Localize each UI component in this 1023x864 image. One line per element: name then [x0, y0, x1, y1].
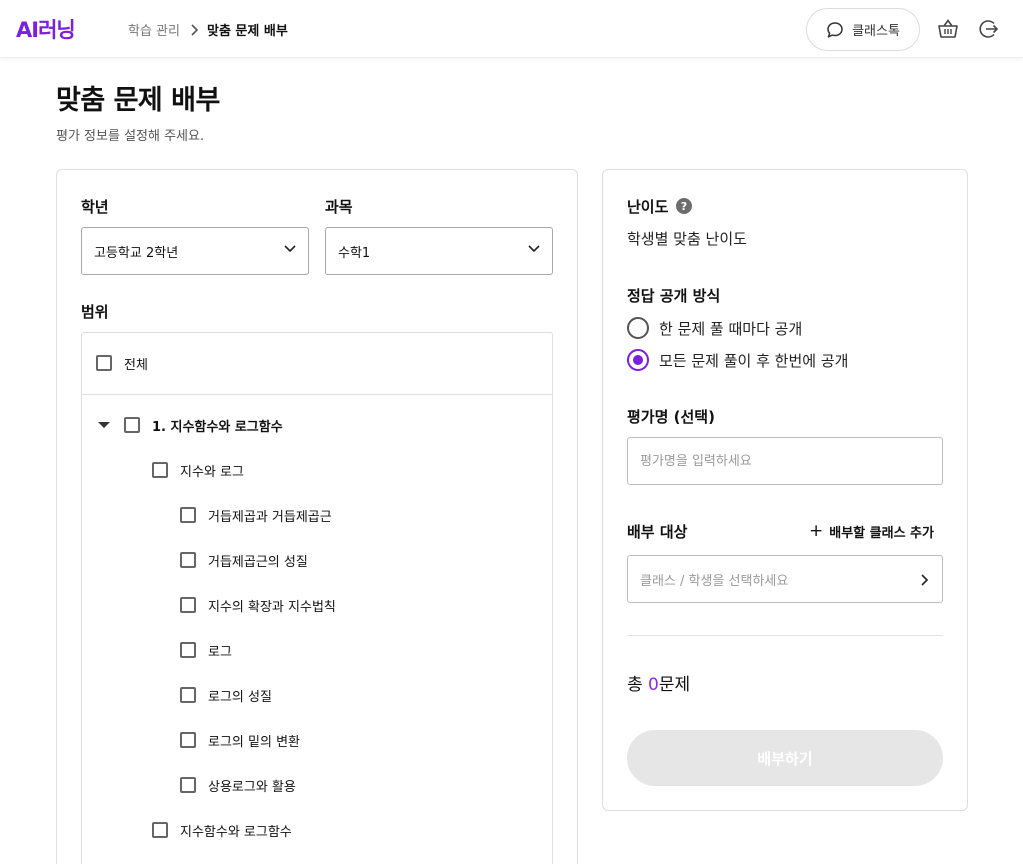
checkbox[interactable] [180, 552, 196, 568]
radio-label: 모든 문제 풀이 후 한번에 공개 [659, 351, 849, 370]
chat-bubble-icon [827, 21, 843, 38]
difficulty-value: 학생별 맞춤 난이도 [627, 230, 747, 248]
classtalk-button[interactable]: 클래스톡 [806, 8, 920, 51]
distribute-button[interactable]: 배부하기 [627, 730, 943, 786]
options-card: 난이도 ? 학생별 맞춤 난이도 정답 공개 방식 한 문제 풀 때마다 공개 … [602, 169, 968, 811]
subject-value: 수학1 [338, 245, 371, 261]
caret-down-icon[interactable] [98, 422, 110, 428]
radio-button-selected[interactable] [627, 349, 649, 371]
radio-button[interactable] [627, 317, 649, 339]
eval-name-input[interactable] [627, 437, 943, 485]
tree-item-topic[interactable]: 거듭제곱근의 성질 [180, 550, 308, 570]
total-prefix: 총 [627, 675, 649, 695]
all-row: 전체 [82, 333, 552, 395]
radio-label: 한 문제 풀 때마다 공개 [659, 319, 803, 338]
answer-reveal-label: 정답 공개 방식 [627, 287, 721, 305]
tree-item-topic[interactable]: 로그의 성질 [180, 685, 272, 705]
chevron-right-icon [921, 574, 928, 586]
basket-icon[interactable] [937, 18, 959, 40]
tree-item-label: 전체 [124, 357, 148, 373]
radio-reveal-all[interactable]: 모든 문제 풀이 후 한번에 공개 [627, 349, 848, 371]
tree-item-topic[interactable]: 로그 [180, 640, 232, 660]
total-number: 0 [648, 675, 659, 695]
target-label: 배부 대상 [627, 523, 688, 541]
tree-item-label: 지수와 로그 [180, 464, 244, 480]
subject-select[interactable]: 수학1 [325, 227, 553, 275]
page-title: 맞춤 문제 배부 [56, 85, 220, 116]
tree-item-label: 상용로그와 활용 [208, 779, 296, 795]
tree-item-label: 로그 [208, 644, 232, 660]
breadcrumb: 학습 관리 맞춤 문제 배부 [128, 20, 288, 39]
logout-icon[interactable] [977, 18, 999, 40]
checkbox[interactable] [96, 355, 112, 371]
tree-item-label: 거듭제곱근의 성질 [208, 554, 308, 570]
checkbox[interactable] [180, 597, 196, 613]
top-header: AI러닝 학습 관리 맞춤 문제 배부 클래스톡 [0, 0, 1023, 58]
chevron-down-icon [528, 245, 540, 253]
tree-item-section[interactable]: 지수와 로그 [152, 460, 244, 480]
total-suffix: 문제 [658, 675, 691, 695]
tree-item-section[interactable]: 지수함수와 로그함수 [152, 820, 292, 840]
tree-item-topic[interactable]: 지수의 확장과 지수법칙 [180, 595, 336, 615]
chevron-right-icon [190, 23, 198, 36]
tree-item-topic[interactable]: 거듭제곱과 거듭제곱근 [180, 505, 332, 525]
range-label: 범위 [81, 303, 109, 321]
checkbox[interactable] [124, 417, 140, 433]
tree-item-label: 로그의 성질 [208, 689, 272, 705]
chevron-down-icon [284, 245, 296, 253]
grade-label: 학년 [81, 198, 109, 216]
tree-item-all[interactable]: 전체 [96, 353, 148, 373]
target-picker[interactable]: 클래스 / 학생을 선택하세요 [627, 555, 943, 603]
tree-item-label: 로그의 밑의 변환 [208, 734, 300, 750]
tree-item-topic[interactable]: 로그의 밑의 변환 [180, 730, 300, 750]
checkbox[interactable] [180, 732, 196, 748]
divider [627, 635, 943, 636]
checkbox[interactable] [180, 777, 196, 793]
grade-value: 고등학교 2학년 [94, 245, 179, 261]
tree-item-label: 지수의 확장과 지수법칙 [208, 599, 336, 615]
radio-reveal-each[interactable]: 한 문제 풀 때마다 공개 [627, 317, 802, 339]
tree-item-chapter[interactable]: 1. 지수함수와 로그함수 [124, 415, 283, 435]
subject-label: 과목 [325, 198, 353, 216]
checkbox[interactable] [180, 687, 196, 703]
tree-item-label: 거듭제곱과 거듭제곱근 [208, 509, 332, 525]
eval-name-label: 평가명 (선택) [627, 408, 715, 426]
classtalk-label: 클래스톡 [852, 24, 900, 39]
plus-icon: + [809, 521, 824, 541]
app-logo[interactable]: AI러닝 [16, 14, 76, 44]
settings-card: 학년 고등학교 2학년 과목 수학1 범위 전체 1. 지수함수와 로그함수 지… [56, 169, 578, 864]
page-subtitle: 평가 정보를 설정해 주세요. [56, 129, 205, 144]
add-class-label: 배부할 클래스 추가 [829, 526, 934, 541]
add-class-button[interactable]: + 배부할 클래스 추가 [809, 521, 934, 542]
grade-select[interactable]: 고등학교 2학년 [81, 227, 309, 275]
total-count: 총 0문제 [627, 670, 690, 695]
tree-item-label: 지수함수와 로그함수 [180, 824, 292, 840]
help-icon[interactable]: ? [676, 198, 692, 214]
checkbox[interactable] [180, 507, 196, 523]
breadcrumb-current: 맞춤 문제 배부 [206, 24, 288, 39]
breadcrumb-parent[interactable]: 학습 관리 [128, 20, 180, 39]
range-tree: 전체 1. 지수함수와 로그함수 지수와 로그 거듭제곱과 거듭제곱근 거듭제곱… [81, 332, 553, 864]
difficulty-label: 난이도 [627, 198, 669, 216]
checkbox[interactable] [152, 462, 168, 478]
checkbox[interactable] [180, 642, 196, 658]
checkbox[interactable] [152, 822, 168, 838]
tree-item-label: 1. 지수함수와 로그함수 [152, 419, 283, 435]
target-placeholder: 클래스 / 학생을 선택하세요 [640, 573, 789, 589]
tree-item-topic[interactable]: 상용로그와 활용 [180, 775, 296, 795]
